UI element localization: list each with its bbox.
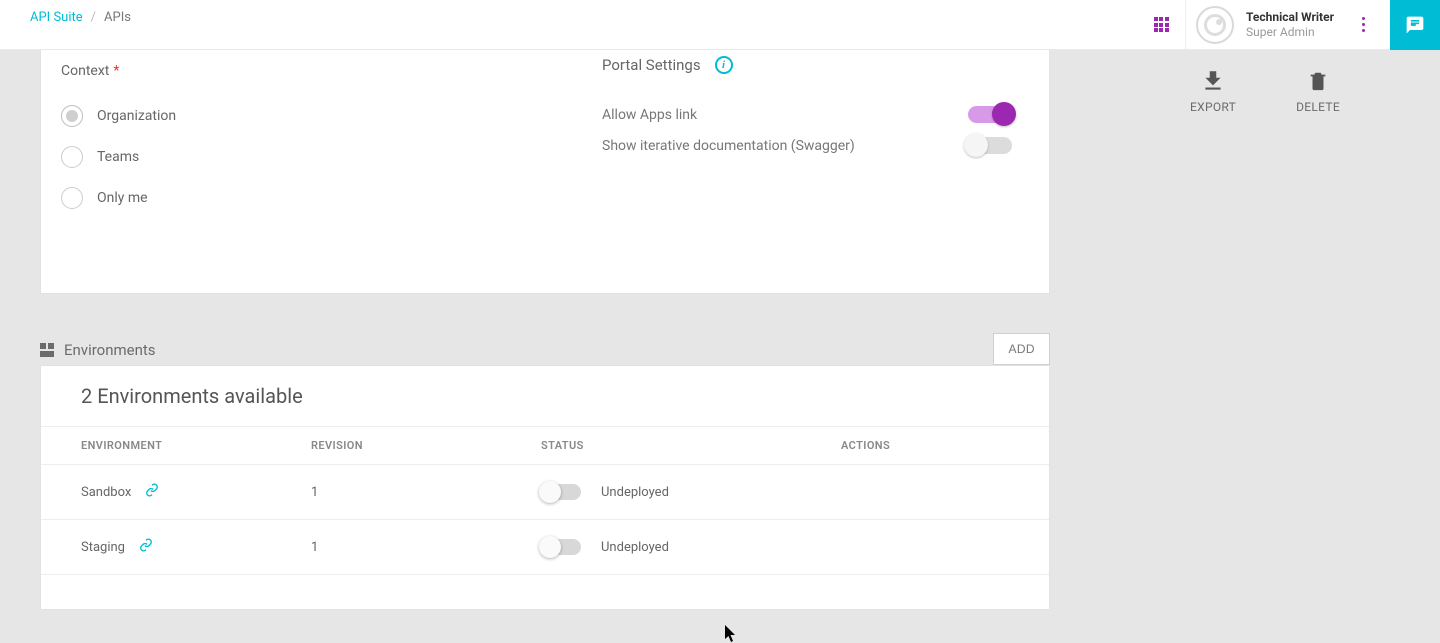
environments-card: 2 Environments available ENVIRONMENT REV… bbox=[40, 365, 1050, 610]
link-icon[interactable] bbox=[137, 538, 155, 556]
col-rev: REVISION bbox=[311, 427, 541, 465]
breadcrumb-root[interactable]: API Suite bbox=[30, 10, 83, 25]
col-status: STATUS bbox=[541, 427, 841, 465]
env-name: Staging bbox=[81, 540, 125, 555]
context-radio-teams[interactable]: Teams bbox=[61, 146, 501, 168]
topbar: API Suite / APIs Technical Writer Super … bbox=[0, 0, 1440, 50]
environments-heading: 2 Environments available bbox=[41, 384, 1049, 426]
toggle-label-apps: Allow Apps link bbox=[602, 107, 697, 123]
toggle-label-swagger: Show iterative documentation (Swagger) bbox=[602, 138, 855, 154]
dashboard-icon bbox=[40, 343, 54, 357]
radio-icon bbox=[61, 105, 83, 127]
breadcrumb: API Suite / APIs bbox=[30, 10, 131, 25]
user-role: Super Admin bbox=[1246, 25, 1334, 39]
toggle-swagger[interactable] bbox=[968, 137, 1012, 154]
context-radio-organization[interactable]: Organization bbox=[61, 105, 501, 127]
cursor-icon bbox=[725, 625, 737, 643]
chat-button[interactable] bbox=[1390, 0, 1440, 50]
radio-label: Only me bbox=[97, 190, 148, 206]
table-row: Sandbox 1 Undeployed bbox=[41, 465, 1049, 520]
breadcrumb-current: APIs bbox=[104, 10, 131, 25]
radio-icon bbox=[61, 187, 83, 209]
col-actions: ACTIONS bbox=[841, 427, 1049, 465]
delete-button[interactable]: DELETE bbox=[1296, 68, 1340, 114]
kebab-menu-icon[interactable] bbox=[1346, 17, 1380, 32]
radio-icon bbox=[61, 146, 83, 168]
export-label: EXPORT bbox=[1190, 100, 1236, 114]
trash-icon bbox=[1307, 68, 1329, 94]
radio-label: Teams bbox=[97, 149, 139, 165]
topbar-right: Technical Writer Super Admin bbox=[1137, 0, 1440, 49]
chat-icon bbox=[1405, 15, 1425, 35]
context-label: Context* bbox=[61, 63, 501, 79]
context-radio-group: Organization Teams Only me bbox=[61, 105, 501, 209]
breadcrumb-sep: / bbox=[91, 10, 96, 25]
portal-heading: Portal Settings bbox=[602, 56, 701, 74]
radio-label: Organization bbox=[97, 108, 176, 124]
context-radio-onlyme[interactable]: Only me bbox=[61, 187, 501, 209]
apps-grid-icon[interactable] bbox=[1137, 17, 1185, 32]
deploy-toggle[interactable] bbox=[541, 539, 581, 555]
table-row: Staging 1 Undeployed bbox=[41, 520, 1049, 575]
info-icon[interactable]: i bbox=[715, 56, 733, 74]
toggle-allow-apps[interactable] bbox=[968, 106, 1012, 123]
user-name: Technical Writer bbox=[1246, 10, 1334, 24]
user-text: Technical Writer Super Admin bbox=[1246, 10, 1334, 39]
settings-card: Context* Organization Teams Only me bbox=[40, 50, 1050, 294]
col-env: ENVIRONMENT bbox=[41, 427, 311, 465]
deploy-toggle[interactable] bbox=[541, 484, 581, 500]
add-environment-button[interactable]: ADD bbox=[993, 333, 1050, 365]
avatar bbox=[1196, 6, 1234, 44]
environments-header: Environments ADD bbox=[40, 341, 1050, 359]
environments-table: ENVIRONMENT REVISION STATUS ACTIONS Sand… bbox=[41, 426, 1049, 575]
env-revision: 1 bbox=[311, 520, 541, 575]
env-revision: 1 bbox=[311, 465, 541, 520]
export-button[interactable]: EXPORT bbox=[1190, 68, 1236, 114]
download-icon bbox=[1200, 68, 1226, 94]
action-sidebar: EXPORT DELETE bbox=[1090, 50, 1440, 606]
env-status: Undeployed bbox=[601, 540, 669, 555]
link-icon[interactable] bbox=[143, 483, 161, 501]
delete-label: DELETE bbox=[1296, 100, 1340, 114]
env-status: Undeployed bbox=[601, 485, 669, 500]
env-name: Sandbox bbox=[81, 485, 131, 500]
user-block[interactable]: Technical Writer Super Admin bbox=[1185, 0, 1390, 49]
